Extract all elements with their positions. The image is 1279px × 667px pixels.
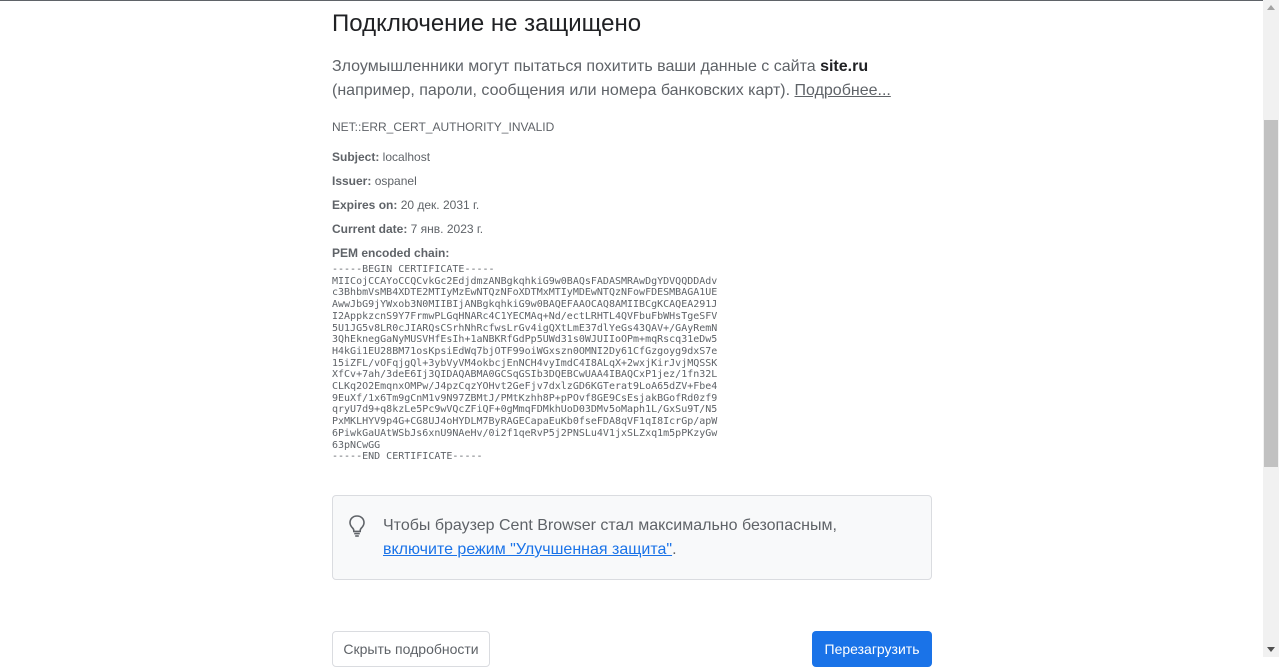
subject-value: localhost [379,150,431,164]
subject-label: Subject: [332,150,380,164]
error-code: NET::ERR_CERT_AUTHORITY_INVALID [332,120,555,134]
main-message-after: (например, пароли, сообщения или номера … [332,82,795,99]
issuer-label: Issuer: [332,174,372,188]
tip-text: Чтобы браузер Cent Browser стал максимал… [383,514,903,562]
expires-label: Expires on: [332,198,398,212]
reload-button[interactable]: Перезагрузить [812,631,932,667]
certificate-details: Subject: localhost Issuer: ospanel Expir… [332,150,483,270]
main-message-before: Злоумышленники могут пытаться похитить в… [332,58,821,75]
scroll-up-arrow-icon[interactable] [1267,5,1275,10]
window-top-border [0,0,1263,1]
pem-label: PEM encoded chain: [332,246,450,260]
tip-text-body: Чтобы браузер Cent Browser стал максимал… [383,517,837,534]
main-message: Злоумышленники могут пытаться похитить в… [332,55,932,103]
subject-row: Subject: localhost [332,150,483,174]
pem-certificate-chain: -----BEGIN CERTIFICATE----- MIICojCCAYoC… [332,264,718,463]
current-date-value: 7 янв. 2023 г. [407,222,484,236]
issuer-row: Issuer: ospanel [332,174,483,198]
tip-text-end: . [672,541,677,558]
scroll-down-arrow-icon[interactable] [1267,647,1275,652]
expires-value: 20 дек. 2031 г. [397,198,480,212]
learn-more-link[interactable]: Подробнее... [795,82,891,99]
scrollbar-thumb[interactable] [1264,120,1278,467]
enable-enhanced-protection-link[interactable]: включите режим "Улучшенная защита" [383,541,672,558]
site-name: site.ru [820,58,869,75]
issuer-value: ospanel [371,174,417,188]
current-date-row: Current date: 7 янв. 2023 г. [332,222,483,246]
page-title: Подключение не защищено [332,10,642,37]
hide-details-button[interactable]: Скрыть подробности [332,631,490,667]
enhanced-protection-tip: Чтобы браузер Cent Browser стал максимал… [332,495,932,580]
expires-row: Expires on: 20 дек. 2031 г. [332,198,483,222]
current-date-label: Current date: [332,222,408,236]
vertical-scrollbar[interactable] [1263,0,1279,657]
lightbulb-icon [349,515,365,537]
